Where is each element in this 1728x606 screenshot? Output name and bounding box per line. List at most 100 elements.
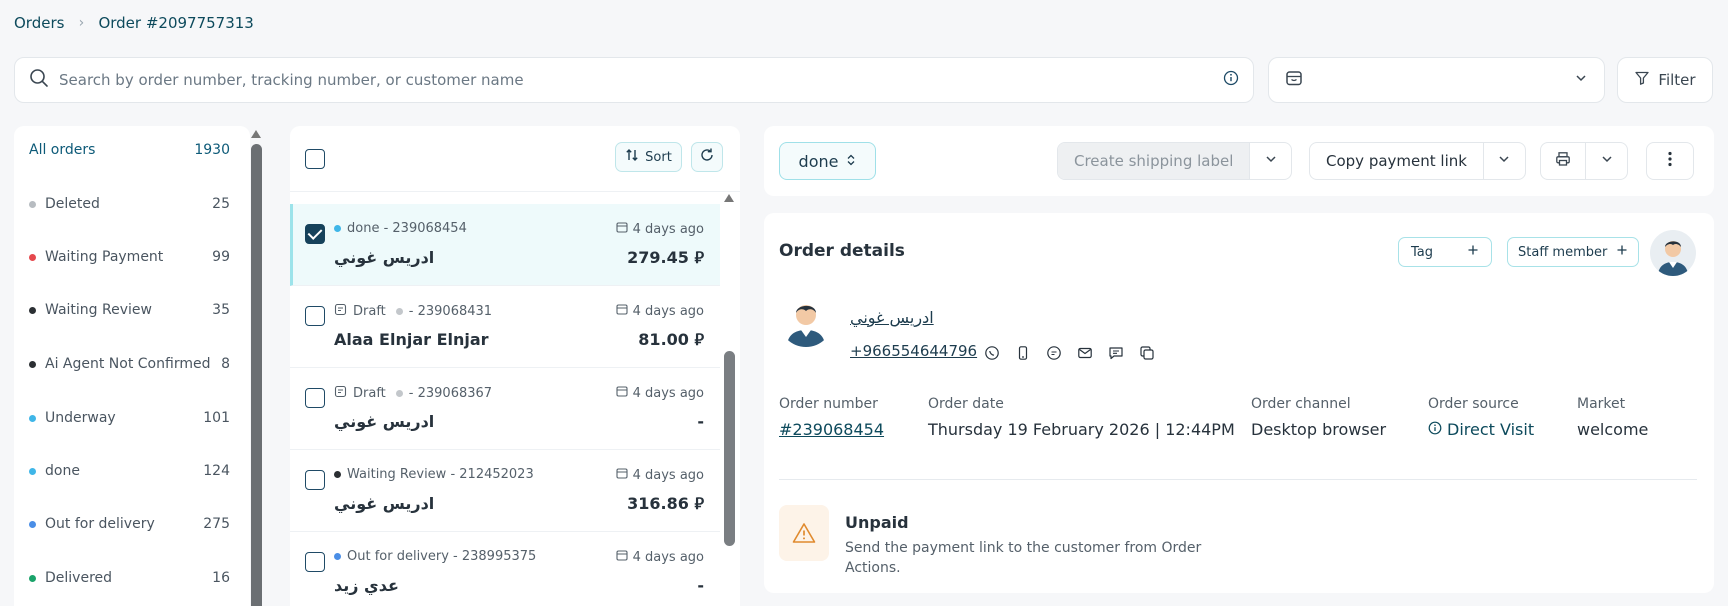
order-time-text: 4 days ago xyxy=(632,221,704,237)
mail-icon[interactable] xyxy=(1075,343,1095,363)
status-dot xyxy=(334,553,341,560)
warning-icon xyxy=(779,505,829,561)
order-details-card: Order details Tag Staff member ادريس غون… xyxy=(764,213,1714,593)
status-dropdown[interactable]: done xyxy=(779,142,876,180)
orders-scrollbar[interactable] xyxy=(724,194,735,594)
breadcrumb-current: Order #2097757313 xyxy=(98,14,254,32)
print-dropdown[interactable] xyxy=(1585,143,1627,179)
info-icon xyxy=(1428,420,1442,439)
order-row[interactable]: Draft - 239068431 4 days ago Alaa Elnjar… xyxy=(290,286,720,368)
status-label: Ai Agent Not Confirmed xyxy=(45,356,211,372)
refresh-button[interactable] xyxy=(691,142,723,172)
order-status-text: - 239068367 xyxy=(408,386,493,401)
order-checkbox[interactable] xyxy=(305,224,325,244)
staff-member-label: Staff member xyxy=(1518,244,1608,260)
status-scrollbar[interactable] xyxy=(251,126,262,606)
chevron-down-icon xyxy=(1264,152,1278,170)
status-ai-agent-not-confirmed[interactable]: Ai Agent Not Confirmed 8 xyxy=(29,356,230,372)
order-checkbox[interactable] xyxy=(305,388,325,408)
order-checkbox[interactable] xyxy=(305,306,325,326)
order-row[interactable]: Waiting Review - 212452023 4 days ago اد… xyxy=(290,450,720,532)
add-staff-member-button[interactable]: Staff member xyxy=(1507,237,1639,267)
phone-icon[interactable] xyxy=(1013,343,1033,363)
filter-button[interactable]: Filter xyxy=(1617,57,1713,103)
create-shipping-label-button[interactable]: Create shipping label xyxy=(1058,143,1250,179)
status-waiting-review[interactable]: Waiting Review 35 xyxy=(29,302,230,318)
status-dot xyxy=(29,306,36,314)
order-status-text: Waiting Review - 212452023 xyxy=(347,467,534,482)
status-count: 1930 xyxy=(194,142,230,158)
whatsapp-icon[interactable] xyxy=(982,343,1002,363)
status-label: Underway xyxy=(45,410,116,426)
order-checkbox[interactable] xyxy=(305,552,325,572)
search-input[interactable]: Search by order number, tracking number,… xyxy=(59,71,1223,89)
status-label: Waiting Review xyxy=(45,302,152,318)
customer-name-link[interactable]: ادريس غوني xyxy=(850,308,934,327)
status-deleted[interactable]: Deleted 25 xyxy=(29,196,230,212)
more-actions-button[interactable] xyxy=(1646,142,1694,180)
breadcrumb: Orders › Order #2097757313 xyxy=(14,14,254,32)
status-count: 16 xyxy=(212,570,230,586)
status-dot xyxy=(334,225,341,232)
order-row[interactable]: Draft - 239068367 4 days ago ادريس غوني … xyxy=(290,368,720,450)
orders-list-panel: Sort done - 239068454 4 days ago ادريس غ… xyxy=(290,126,740,606)
status-count: 99 xyxy=(212,249,230,265)
plus-icon xyxy=(1616,244,1628,260)
search-bar[interactable]: Search by order number, tracking number,… xyxy=(14,57,1254,103)
order-channel-label: Order channel xyxy=(1251,396,1351,412)
search-icon xyxy=(29,68,49,92)
contact-icons xyxy=(982,343,1157,363)
status-done[interactable]: done 124 xyxy=(29,463,230,479)
copy-payment-link-dropdown[interactable] xyxy=(1482,143,1525,179)
divider xyxy=(779,479,1697,480)
status-out-for-delivery[interactable]: Out for delivery 275 xyxy=(29,516,230,532)
draft-icon xyxy=(334,385,347,402)
scroll-up-arrow-icon[interactable] xyxy=(724,194,734,202)
status-delivered[interactable]: Delivered 16 xyxy=(29,570,230,586)
payment-status-description: Send the payment link to the customer fr… xyxy=(845,540,1202,576)
status-dot xyxy=(29,467,36,475)
order-time: 4 days ago xyxy=(616,221,704,237)
status-underway[interactable]: Underway 101 xyxy=(29,410,230,426)
customer-phone-link[interactable]: +966554644796 xyxy=(850,342,977,360)
draft-label: Draft xyxy=(353,304,386,319)
copy-icon[interactable] xyxy=(1137,343,1157,363)
order-row[interactable]: done - 239068454 4 days ago ادريس غوني 2… xyxy=(290,204,720,286)
order-actions-bar: done Create shipping label Copy payment … xyxy=(764,126,1714,196)
payment-status-title: Unpaid xyxy=(845,513,909,532)
order-status: done - 239068454 xyxy=(334,221,467,236)
staff-avatar[interactable] xyxy=(1650,230,1696,276)
copy-payment-link-button[interactable]: Copy payment link xyxy=(1310,143,1483,179)
status-all-orders[interactable]: All orders 1930 xyxy=(29,142,230,158)
create-shipping-label-dropdown[interactable] xyxy=(1249,143,1291,179)
scrollbar-thumb[interactable] xyxy=(724,351,735,546)
chat-icon[interactable] xyxy=(1044,343,1064,363)
status-dot xyxy=(29,253,36,261)
scroll-up-arrow-icon[interactable] xyxy=(251,130,261,138)
order-status: Waiting Review - 212452023 xyxy=(334,467,534,482)
store-select[interactable] xyxy=(1268,57,1605,103)
chevron-right-icon: › xyxy=(78,15,85,31)
order-source-field: Order source Direct Visit xyxy=(1428,396,1534,439)
scrollbar-thumb[interactable] xyxy=(251,144,262,606)
order-number-link[interactable]: #239068454 xyxy=(779,420,884,439)
breadcrumb-orders-link[interactable]: Orders xyxy=(14,14,64,32)
order-row[interactable]: Out for delivery - 238995375 4 days ago … xyxy=(290,532,720,606)
filter-icon xyxy=(1634,70,1650,90)
sort-button[interactable]: Sort xyxy=(615,142,682,172)
order-time-text: 4 days ago xyxy=(632,385,704,401)
add-tag-button[interactable]: Tag xyxy=(1398,237,1492,267)
info-icon[interactable] xyxy=(1223,70,1239,90)
status-dot xyxy=(29,574,36,582)
status-label: Waiting Payment xyxy=(45,249,164,265)
status-waiting-payment[interactable]: Waiting Payment 99 xyxy=(29,249,230,265)
select-all-checkbox[interactable] xyxy=(305,149,325,169)
market-value: welcome xyxy=(1577,420,1649,439)
customer-avatar xyxy=(779,293,833,347)
order-checkbox[interactable] xyxy=(305,470,325,490)
print-button[interactable] xyxy=(1541,143,1585,179)
order-status-text: Out for delivery - 238995375 xyxy=(347,549,537,564)
sms-icon[interactable] xyxy=(1106,343,1126,363)
calendar-icon xyxy=(616,221,628,237)
order-time: 4 days ago xyxy=(616,385,704,401)
